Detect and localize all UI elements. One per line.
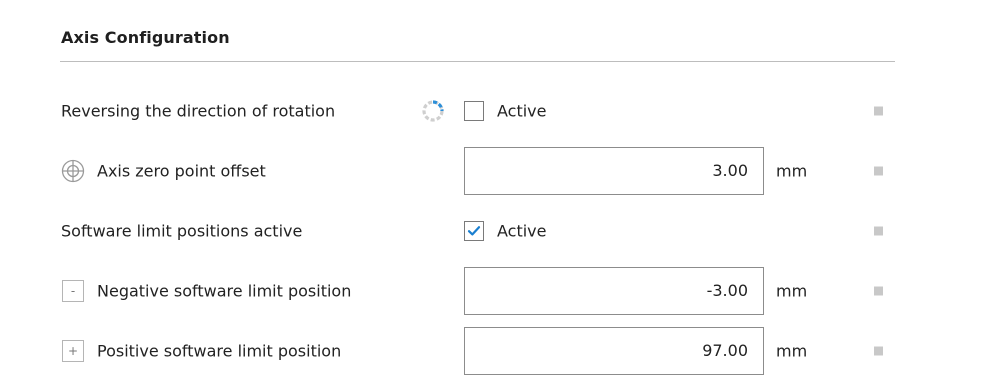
reverse-rotation-label: Reversing the direction of rotation <box>61 101 336 121</box>
section-divider <box>60 61 895 62</box>
loading-spinner-icon <box>421 99 445 123</box>
section-title: Axis Configuration <box>61 28 230 47</box>
row-marker <box>874 106 883 116</box>
negative-limit-label: Negative software limit position <box>97 281 352 301</box>
checkmark-icon <box>467 226 481 236</box>
minus-box-icon: - <box>62 280 84 302</box>
row-negative-limit: - Negative software limit position -3.00… <box>0 267 998 315</box>
row-marker <box>874 346 883 356</box>
row-positive-limit: + Positive software limit position 97.00… <box>0 327 998 375</box>
software-limits-active-checkbox[interactable] <box>464 221 484 241</box>
negative-limit-input[interactable]: -3.00 <box>464 267 764 315</box>
row-software-limits-active: Software limit positions active Active <box>0 207 998 255</box>
axis-zero-offset-label: Axis zero point offset <box>97 161 266 181</box>
reverse-rotation-checkbox[interactable] <box>464 101 484 121</box>
row-marker <box>874 166 883 176</box>
axis-zero-offset-unit: mm <box>776 161 808 181</box>
positive-limit-unit: mm <box>776 341 808 361</box>
axis-configuration-panel: Axis Configuration Reversing the directi… <box>0 0 998 392</box>
row-axis-zero-offset: Axis zero point offset 3.00 mm <box>0 147 998 195</box>
axis-zero-offset-input[interactable]: 3.00 <box>464 147 764 195</box>
negative-limit-unit: mm <box>776 281 808 301</box>
positive-limit-label: Positive software limit position <box>97 341 342 361</box>
row-marker <box>874 286 883 296</box>
software-limits-active-label: Software limit positions active <box>61 221 303 241</box>
positive-limit-input[interactable]: 97.00 <box>464 327 764 375</box>
crosshair-icon <box>61 159 85 183</box>
plus-box-icon: + <box>62 340 84 362</box>
reverse-rotation-active-label[interactable]: Active <box>497 102 547 121</box>
row-reverse-rotation: Reversing the direction of rotation Acti… <box>0 87 998 135</box>
software-limits-active-active-label[interactable]: Active <box>497 222 547 241</box>
row-marker <box>874 226 883 236</box>
